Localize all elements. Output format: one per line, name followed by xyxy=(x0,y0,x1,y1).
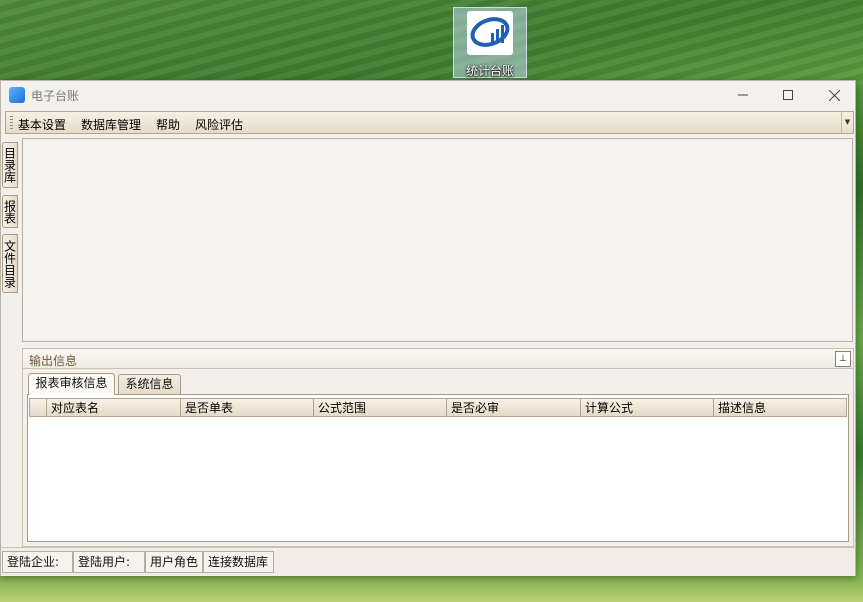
maximize-icon xyxy=(783,90,793,100)
minimize-button[interactable] xyxy=(720,81,766,109)
column-header-formula[interactable]: 计算公式 xyxy=(581,398,714,417)
audit-grid: 对应表名 是否单表 公式范围 是否必审 计算公式 描述信息 xyxy=(27,394,849,542)
desktop-shortcut-label: 统计台账 xyxy=(465,64,514,78)
pin-icon[interactable]: ⊥ xyxy=(835,351,851,367)
app-shortcut-icon xyxy=(467,11,513,55)
menu-database-management[interactable]: 数据库管理 xyxy=(81,116,141,133)
menu-overflow-chevron-icon[interactable]: ▼ xyxy=(841,112,853,133)
app-window: 电子台账 基本设置 数据库管理 帮助 风险评估 ▼ 目录库 报表 文件目录 输出… xyxy=(0,80,856,576)
output-panel: 报表审核信息 系统信息 对应表名 是否单表 公式范围 是否必审 计算公式 描述信… xyxy=(22,369,854,547)
status-company: 登陆企业: xyxy=(2,551,73,573)
column-header-single-table[interactable]: 是否单表 xyxy=(181,398,314,417)
window-title: 电子台账 xyxy=(31,89,80,103)
desktop-wallpaper xyxy=(0,0,863,85)
desktop-shortcut[interactable]: 统计台账 xyxy=(453,7,527,78)
column-header-formula-range[interactable]: 公式范围 xyxy=(314,398,447,417)
column-header-description[interactable]: 描述信息 xyxy=(714,398,847,417)
close-icon xyxy=(828,89,840,101)
output-panel-title: 输出信息 xyxy=(29,354,78,368)
status-role: 用户角色 xyxy=(145,551,203,573)
output-panel-header: 输出信息 ⊥ xyxy=(22,348,854,369)
menu-risk-assessment[interactable]: 风险评估 xyxy=(195,116,243,133)
desktop-wallpaper-bottom xyxy=(0,575,863,602)
close-button[interactable] xyxy=(811,81,857,109)
status-bar: 登陆企业: 登陆用户: 用户角色 连接数据库 xyxy=(1,547,855,576)
status-database: 连接数据库 xyxy=(203,551,274,573)
app-icon xyxy=(9,87,25,103)
grid-corner xyxy=(29,398,47,417)
side-tab-file-directory[interactable]: 文件目录 xyxy=(2,234,18,293)
menu-bar: 基本设置 数据库管理 帮助 风险评估 ▼ xyxy=(5,111,854,134)
main-workspace xyxy=(22,138,853,342)
menu-basic-settings[interactable]: 基本设置 xyxy=(18,116,66,133)
tab-system-info[interactable]: 系统信息 xyxy=(118,374,181,394)
column-header-table-name[interactable]: 对应表名 xyxy=(47,398,181,417)
menu-grip-icon[interactable] xyxy=(10,116,13,129)
maximize-button[interactable] xyxy=(765,81,811,109)
status-user: 登陆用户: xyxy=(73,551,145,573)
side-tab-reports[interactable]: 报表 xyxy=(2,195,18,228)
minimize-icon xyxy=(738,94,748,96)
tab-report-audit-info[interactable]: 报表审核信息 xyxy=(28,373,115,395)
grid-header: 对应表名 是否单表 公式范围 是否必审 计算公式 描述信息 xyxy=(29,398,847,418)
column-header-mandatory-audit[interactable]: 是否必审 xyxy=(447,398,581,417)
title-bar[interactable]: 电子台账 xyxy=(1,81,855,109)
side-tab-catalog[interactable]: 目录库 xyxy=(2,142,18,188)
menu-help[interactable]: 帮助 xyxy=(156,116,180,133)
